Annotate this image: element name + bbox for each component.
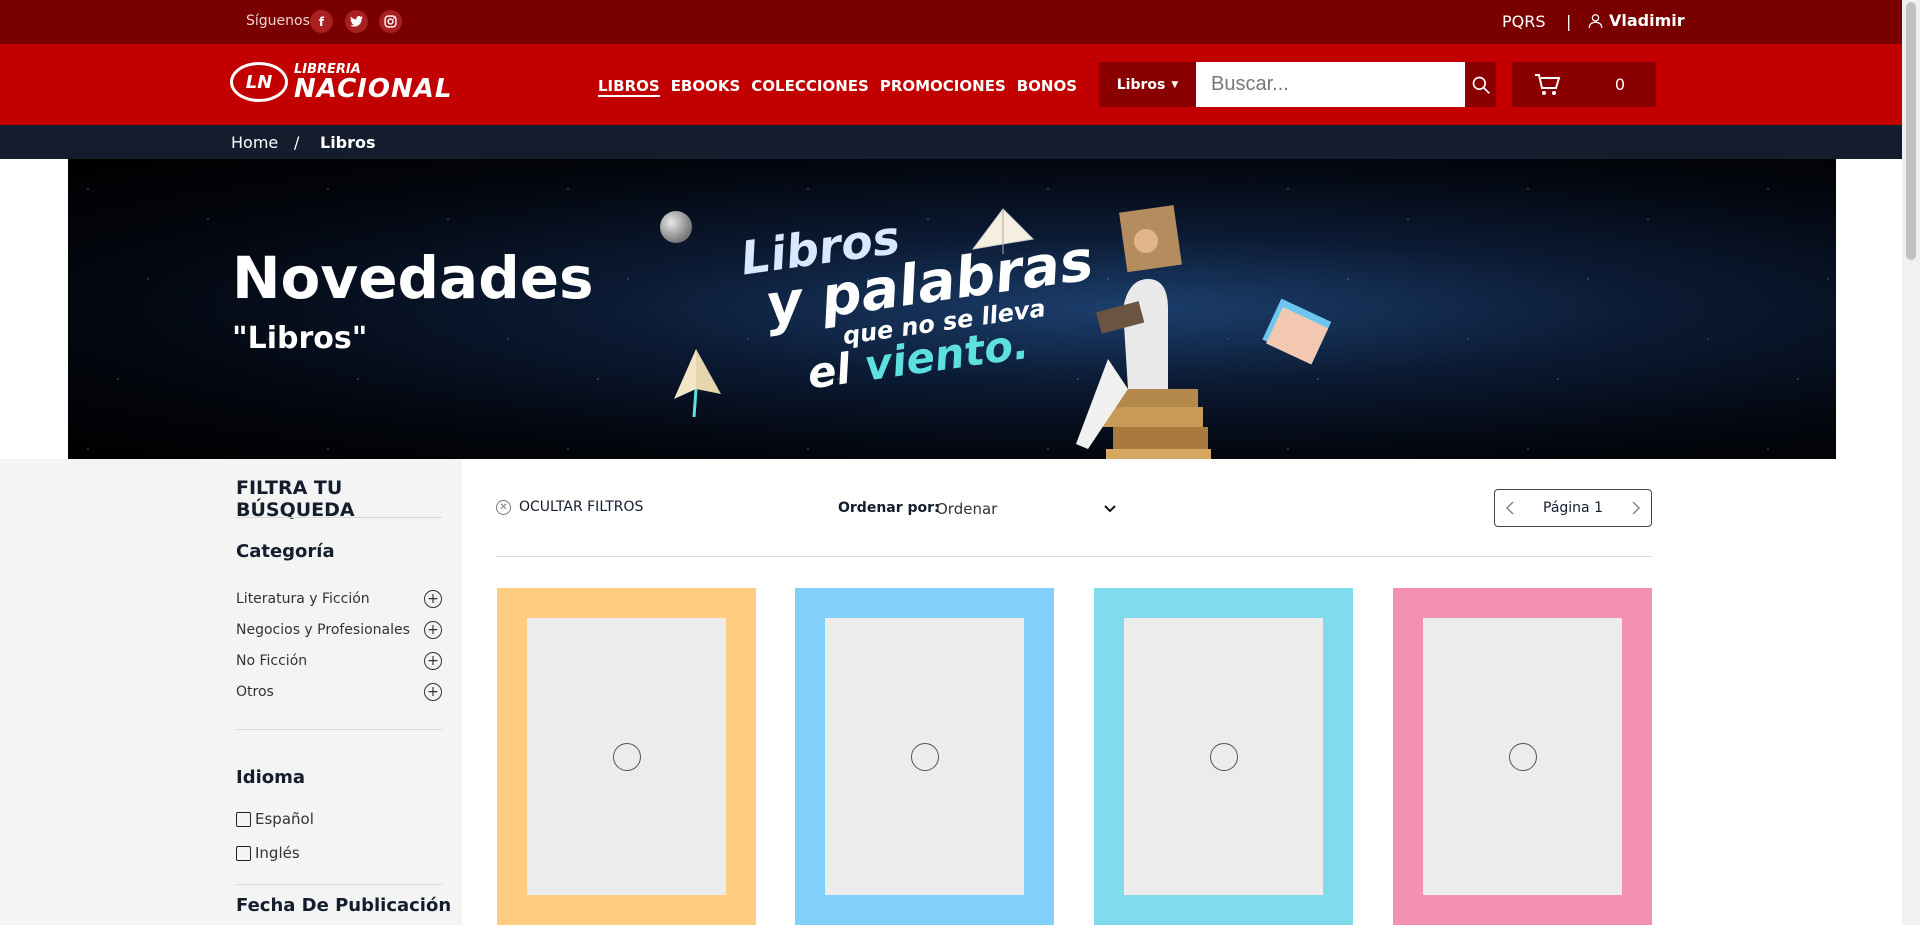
- category-item-negocios[interactable]: Negocios y Profesionales +: [236, 621, 442, 639]
- language-label: Español: [255, 810, 314, 828]
- language-option-ingles[interactable]: Inglés: [236, 844, 300, 862]
- divider: [236, 517, 442, 518]
- instagram-icon[interactable]: [379, 10, 402, 33]
- checkbox[interactable]: [236, 811, 251, 827]
- astronaut-reader-image: [1076, 205, 1211, 459]
- expand-plus-icon[interactable]: +: [424, 683, 442, 701]
- results-toolbar: ✕ OCULTAR FILTROS Ordenar por: Ordenar P…: [496, 459, 1652, 558]
- page-scrollbar[interactable]: [1902, 0, 1920, 925]
- hero-banner: Novedades "Libros" Libros y palabras que…: [68, 159, 1836, 459]
- logo[interactable]: LN LIBRERIA NACIONAL: [230, 62, 452, 102]
- topbar-separator: |: [1566, 12, 1572, 31]
- divider: [236, 884, 442, 885]
- hide-filters-button[interactable]: ✕ OCULTAR FILTROS: [496, 499, 643, 515]
- user-account-link[interactable]: Vladimir: [1588, 11, 1685, 30]
- sort-value: Ordenar: [936, 500, 998, 518]
- loading-spinner-icon: [612, 742, 641, 771]
- banner-title: Novedades: [232, 244, 594, 312]
- category-heading: Categoría: [236, 541, 335, 562]
- flying-book-right: [1262, 298, 1332, 365]
- expand-plus-icon[interactable]: +: [424, 652, 442, 670]
- loading-spinner-icon: [910, 742, 939, 771]
- search-icon: [1472, 76, 1490, 94]
- date-heading: Fecha De Publicación: [236, 895, 452, 916]
- breadcrumb-current: Libros: [320, 133, 376, 152]
- main-nav: LIBROS EBOOKS COLECCIONES PROMOCIONES BO…: [598, 77, 1077, 97]
- product-card[interactable]: [795, 588, 1054, 925]
- scrollbar-thumb[interactable]: [1906, 2, 1916, 260]
- category-label: Negocios y Profesionales: [236, 622, 410, 638]
- chevron-right-icon[interactable]: [1631, 501, 1641, 515]
- flying-book-left: [674, 349, 721, 418]
- page-indicator: Página 1: [1543, 500, 1603, 516]
- follow-label: Síguenos: [246, 13, 310, 29]
- breadcrumb: Home / Libros: [0, 125, 1902, 159]
- banner-subtitle: "Libros": [232, 321, 368, 356]
- category-label: Otros: [236, 684, 274, 700]
- nav-ebooks[interactable]: EBOOKS: [671, 77, 741, 97]
- search-category-label: Libros: [1116, 76, 1166, 93]
- language-option-espanol[interactable]: Español: [236, 810, 314, 828]
- hide-filters-label: OCULTAR FILTROS: [519, 499, 644, 515]
- caret-down-icon: ▼: [1171, 79, 1179, 90]
- top-bar: Síguenos f PQRS | Vladimir: [0, 0, 1902, 44]
- language-heading: Idioma: [236, 767, 306, 788]
- cart-button[interactable]: 0: [1512, 62, 1656, 107]
- cart-icon: [1535, 73, 1561, 95]
- expand-plus-icon[interactable]: +: [424, 621, 442, 639]
- filter-title: FILTRA TU BÚSQUEDA: [236, 477, 355, 521]
- product-card[interactable]: [1393, 588, 1652, 925]
- page: Síguenos f PQRS | Vladimir LN LIBRERIA N…: [0, 0, 1920, 925]
- product-image-placeholder: [1423, 618, 1622, 895]
- loading-spinner-icon: [1209, 742, 1238, 771]
- product-image-placeholder: [1124, 618, 1323, 895]
- facebook-icon[interactable]: f: [310, 10, 333, 33]
- divider: [236, 729, 442, 730]
- language-label: Inglés: [255, 844, 300, 862]
- nav-colecciones[interactable]: COLECCIONES: [751, 77, 869, 97]
- nav-bonos[interactable]: BONOS: [1017, 77, 1077, 97]
- loading-spinner-icon: [1508, 742, 1537, 771]
- pqrs-link[interactable]: PQRS: [1502, 12, 1546, 31]
- chevron-down-icon: [1104, 505, 1116, 513]
- nav-promociones[interactable]: PROMOCIONES: [880, 77, 1006, 97]
- nav-libros[interactable]: LIBROS: [598, 77, 660, 97]
- pagination: Página 1: [1494, 489, 1652, 527]
- checkbox[interactable]: [236, 845, 251, 861]
- sort-label: Ordenar por:: [838, 500, 940, 516]
- category-item-no-ficcion[interactable]: No Ficción +: [236, 652, 442, 670]
- twitter-icon[interactable]: [345, 10, 368, 33]
- breadcrumb-home[interactable]: Home: [231, 133, 278, 152]
- sort-select[interactable]: Ordenar: [936, 495, 1116, 523]
- main-header: LN LIBRERIA NACIONAL LIBROS EBOOKS COLEC…: [0, 44, 1902, 125]
- expand-plus-icon[interactable]: +: [424, 590, 442, 608]
- filter-sidebar: FILTRA TU BÚSQUEDA Categoría Literatura …: [0, 459, 462, 925]
- category-label: Literatura y Ficción: [236, 591, 370, 607]
- cart-count: 0: [1614, 75, 1626, 94]
- user-name: Vladimir: [1609, 11, 1685, 30]
- product-image-placeholder: [825, 618, 1024, 895]
- logo-line2: NACIONAL: [294, 73, 453, 104]
- category-item-otros[interactable]: Otros +: [236, 683, 442, 701]
- user-icon: [1588, 13, 1603, 28]
- product-card[interactable]: [1094, 588, 1353, 925]
- planet-image: [660, 211, 692, 243]
- search-button[interactable]: [1465, 62, 1496, 107]
- search-category-dropdown[interactable]: Libros ▼: [1099, 62, 1196, 107]
- logo-mark: LN: [230, 62, 288, 102]
- slogan-line4-a: el: [804, 343, 854, 399]
- chevron-left-icon[interactable]: [1505, 501, 1515, 515]
- product-image-placeholder: [527, 618, 726, 895]
- divider: [496, 556, 1652, 557]
- category-item-literatura[interactable]: Literatura y Ficción +: [236, 590, 442, 608]
- breadcrumb-separator: /: [294, 133, 300, 152]
- close-circle-icon: ✕: [496, 499, 511, 515]
- category-label: No Ficción: [236, 653, 308, 669]
- product-card[interactable]: [497, 588, 756, 925]
- search-input[interactable]: [1196, 62, 1465, 107]
